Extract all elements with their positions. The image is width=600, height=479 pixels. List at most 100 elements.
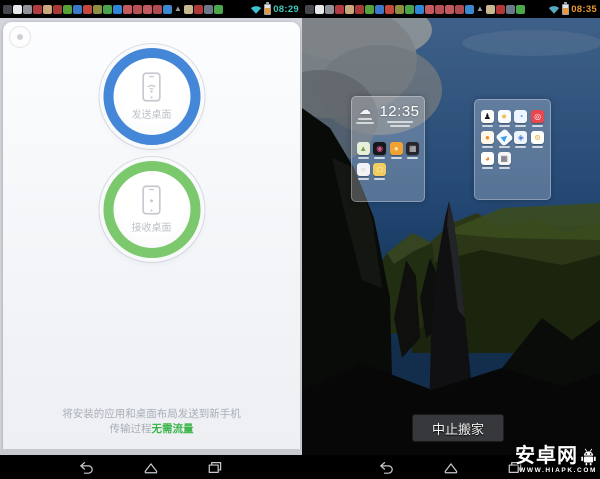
app-icon: ◈ — [514, 131, 527, 144]
left-status-bar: ▲ 08:29 — [0, 0, 302, 18]
settings-dot-icon — [17, 34, 23, 40]
left-nav-bar — [0, 455, 302, 479]
notification-icons-right — [486, 5, 525, 14]
notification-icon — [13, 5, 22, 14]
app-label — [499, 146, 510, 148]
app-shortcut: ○ — [356, 163, 371, 180]
warning-icon: ▲ — [174, 5, 182, 13]
app-icon: ♟ — [481, 110, 494, 123]
back-button[interactable] — [378, 461, 396, 474]
migration-app: 发送桌面 接收桌面 将安装的应用和桌面布局发送到新手机 传输过程无需流量 — [0, 18, 302, 455]
app-label — [374, 178, 385, 180]
app-label — [499, 167, 510, 169]
notification-icon — [425, 5, 434, 14]
abort-migration-button[interactable]: 中止搬家 — [412, 414, 504, 442]
status-time: 08:29 — [273, 4, 299, 15]
app-label — [482, 167, 493, 169]
notification-icons-right — [184, 5, 223, 14]
app-label — [358, 157, 369, 159]
app-label — [374, 157, 385, 159]
notification-icon — [83, 5, 92, 14]
home-panel-thumbnail-2[interactable]: ♟ ★ ◔ ◎ ● ▶ ◈ — [474, 99, 551, 200]
home-button[interactable] — [142, 461, 160, 474]
notification-icon — [516, 5, 525, 14]
notification-icon — [63, 5, 72, 14]
panel2-app-grid: ♟ ★ ◔ ◎ ● ▶ ◈ — [480, 110, 545, 169]
date-subtext — [387, 121, 413, 123]
notification-icons — [305, 5, 474, 14]
app-shortcut: ◉ — [373, 142, 388, 159]
app-shortcut: ▦ — [497, 152, 512, 169]
clock-weather-widget: ☁ 12:35 — [356, 102, 420, 139]
notification-icons — [3, 5, 172, 14]
notification-icon — [163, 5, 172, 14]
app-shortcut: ▶ — [497, 131, 512, 148]
app-shortcut: ◔ — [514, 110, 529, 127]
app-icon: ● — [390, 142, 403, 155]
notification-icon — [33, 5, 42, 14]
home-panel-thumbnail-1[interactable]: ☁ 12:35 ▲ ◉ ● — [351, 96, 425, 202]
footer-hint: 将安装的应用和桌面布局发送到新手机 传输过程无需流量 — [3, 407, 300, 437]
dual-screenshot: ▲ 08:29 发送桌面 — [0, 0, 600, 479]
send-desktop-button[interactable]: 发送桌面 — [103, 48, 200, 145]
notification-icon — [184, 5, 193, 14]
notification-icon — [53, 5, 62, 14]
app-icon: ▲ — [357, 142, 370, 155]
notification-icon — [305, 5, 314, 14]
app-label — [515, 125, 526, 127]
app-shortcut: ♟ — [480, 110, 495, 127]
notification-icon — [435, 5, 444, 14]
settings-button[interactable] — [9, 26, 31, 48]
app-label — [482, 125, 493, 127]
notification-icon — [385, 5, 394, 14]
recents-button[interactable] — [206, 461, 224, 474]
notification-icon — [415, 5, 424, 14]
notification-icon — [455, 5, 464, 14]
notification-icon — [153, 5, 162, 14]
app-shortcut: ● — [480, 131, 495, 148]
footer-line2: 传输过程无需流量 — [3, 422, 300, 437]
left-phone-screenshot: ▲ 08:29 发送桌面 — [0, 0, 302, 479]
mountain-wallpaper — [302, 18, 600, 455]
app-shortcut: ★ — [497, 110, 512, 127]
app-shortcut: ⊛ — [530, 131, 545, 148]
receive-desktop-label: 接收桌面 — [132, 219, 172, 234]
app-icon: ○ — [357, 163, 370, 176]
notification-icon — [445, 5, 454, 14]
hiapk-watermark: 安卓网 WWW.HIAPK.COM — [515, 446, 597, 474]
phone-icon — [142, 185, 162, 215]
no-data-highlight: 无需流量 — [152, 423, 194, 435]
app-shortcut: ▲ — [356, 142, 371, 159]
weather-subtext — [358, 118, 372, 120]
notification-icon — [204, 5, 213, 14]
weather-subtext — [356, 122, 374, 124]
app-label — [532, 146, 543, 148]
warning-icon: ▲ — [476, 5, 484, 13]
app-label — [532, 125, 543, 127]
notification-icon — [345, 5, 354, 14]
status-time: 08:35 — [571, 4, 597, 15]
notification-icon — [43, 5, 52, 14]
notification-icon — [395, 5, 404, 14]
app-shortcut: ● — [389, 142, 404, 159]
notification-icon — [506, 5, 515, 14]
notification-icon — [113, 5, 122, 14]
app-icon: ★ — [498, 110, 511, 123]
back-button[interactable] — [78, 461, 96, 474]
app-shortcut: ◕ — [480, 152, 495, 169]
notification-icon — [123, 5, 132, 14]
app-icon: ▶ — [495, 128, 513, 146]
notification-icon — [93, 5, 102, 14]
notification-icon — [133, 5, 142, 14]
receive-desktop-button[interactable]: 接收桌面 — [103, 161, 200, 258]
home-button[interactable] — [442, 461, 460, 474]
app-shortcut: □ — [373, 163, 388, 180]
right-phone-screenshot: ▲ 08:35 — [302, 0, 600, 479]
app-icon: ◉ — [373, 142, 386, 155]
send-desktop-label: 发送桌面 — [132, 106, 172, 121]
notification-icon — [365, 5, 374, 14]
app-shortcut: ▦ — [406, 142, 421, 159]
app-label — [482, 146, 493, 148]
app-label — [358, 178, 369, 180]
footer-line1: 将安装的应用和桌面布局发送到新手机 — [3, 407, 300, 422]
